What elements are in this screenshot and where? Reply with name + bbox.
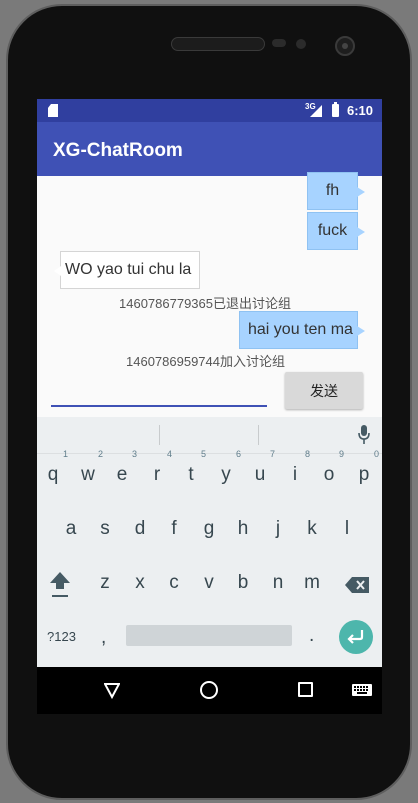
comma-key[interactable]: , xyxy=(101,627,106,649)
key-hint: 7 xyxy=(269,449,275,459)
suggestion-strip[interactable] xyxy=(37,417,382,454)
key-label: y xyxy=(221,464,231,485)
keyboard-icon[interactable] xyxy=(352,684,372,696)
network-type-label: 3G xyxy=(305,102,316,111)
key-hint: 5 xyxy=(200,449,206,459)
key-label: o xyxy=(323,464,335,485)
key-label: r xyxy=(153,464,161,485)
key-b[interactable]: b xyxy=(228,568,258,598)
key-l[interactable]: l xyxy=(332,514,362,544)
key-label: w xyxy=(81,464,95,485)
space-key[interactable] xyxy=(126,625,292,646)
message-input[interactable] xyxy=(51,383,267,407)
key-o[interactable]: o9 xyxy=(314,449,344,490)
key-label: p xyxy=(358,464,370,485)
key-k[interactable]: k xyxy=(297,514,327,544)
chat-message-sent[interactable]: fuck xyxy=(307,212,365,250)
system-notice: 1460786779365已退出讨论组 xyxy=(119,296,291,311)
key-w[interactable]: w2 xyxy=(73,449,103,490)
app-bar: XG-ChatRoom xyxy=(37,122,382,176)
proximity-sensor xyxy=(272,39,286,47)
send-button[interactable]: 发送 xyxy=(285,372,363,409)
suggestion-divider xyxy=(159,425,160,445)
key-s[interactable]: s xyxy=(90,514,120,544)
back-triangle-icon[interactable] xyxy=(104,683,120,699)
chat-list[interactable]: fh fuck WO yao tui chu la 1460786779365已… xyxy=(37,172,382,369)
key-r[interactable]: r4 xyxy=(142,449,172,490)
home-circle-icon[interactable] xyxy=(200,681,218,699)
status-time: 6:10 xyxy=(347,103,374,118)
light-sensor xyxy=(296,39,306,49)
navigation-bar xyxy=(37,667,382,714)
key-hint: 6 xyxy=(235,449,241,459)
front-camera xyxy=(335,36,355,56)
status-bar: 3G 6:10 xyxy=(37,99,382,122)
key-a[interactable]: a xyxy=(56,514,86,544)
soft-keyboard: q1 w2 e3 r4 t5 y6 u7 i8 o9 p0 a s d f g … xyxy=(37,417,382,667)
key-j[interactable]: j xyxy=(263,514,293,544)
key-d[interactable]: d xyxy=(125,514,155,544)
chat-message-sent[interactable]: hai you ten ma xyxy=(239,311,365,349)
key-g[interactable]: g xyxy=(194,514,224,544)
sd-card-icon xyxy=(48,104,58,117)
key-t[interactable]: t5 xyxy=(176,449,206,490)
key-label: q xyxy=(47,464,59,485)
enter-icon xyxy=(347,630,364,644)
shift-icon[interactable] xyxy=(49,571,71,599)
key-hint: 1 xyxy=(62,449,68,459)
key-i[interactable]: i8 xyxy=(280,449,310,490)
key-hint: 0 xyxy=(373,449,379,459)
key-hint: 3 xyxy=(131,449,137,459)
app-title: XG-ChatRoom xyxy=(53,140,183,161)
symbols-key[interactable]: ?123 xyxy=(47,629,76,644)
key-u[interactable]: u7 xyxy=(245,449,275,490)
key-z[interactable]: z xyxy=(90,568,120,598)
key-q[interactable]: q1 xyxy=(38,449,68,490)
period-key[interactable]: . xyxy=(309,625,314,647)
message-input-row: 发送 xyxy=(37,367,382,417)
key-m[interactable]: m xyxy=(297,568,327,598)
key-h[interactable]: h xyxy=(228,514,258,544)
chat-message-sent[interactable]: fh xyxy=(307,172,365,210)
key-e[interactable]: e3 xyxy=(107,449,137,490)
key-hint: 2 xyxy=(97,449,103,459)
chat-message-received[interactable]: WO yao tui chu la xyxy=(54,251,200,289)
mic-icon[interactable] xyxy=(357,424,371,446)
key-x[interactable]: x xyxy=(125,568,155,598)
suggestion-divider xyxy=(258,425,259,445)
key-label: u xyxy=(254,464,266,485)
key-label: i xyxy=(292,464,298,485)
key-c[interactable]: c xyxy=(159,568,189,598)
key-v[interactable]: v xyxy=(194,568,224,598)
key-f[interactable]: f xyxy=(159,514,189,544)
recent-apps-icon[interactable] xyxy=(298,682,313,697)
battery-icon xyxy=(332,102,339,117)
key-hint: 4 xyxy=(166,449,172,459)
key-hint: 9 xyxy=(338,449,344,459)
key-label: e xyxy=(116,464,128,485)
key-n[interactable]: n xyxy=(263,568,293,598)
key-hint: 8 xyxy=(304,449,310,459)
speaker-grille xyxy=(171,37,265,51)
key-y[interactable]: y6 xyxy=(211,449,241,490)
key-label: t xyxy=(188,464,194,485)
enter-key[interactable] xyxy=(339,620,373,654)
screen: 3G 6:10 XG-ChatRoom fh fuck WO yao tui c… xyxy=(37,99,382,714)
key-p[interactable]: p0 xyxy=(349,449,379,490)
backspace-icon[interactable] xyxy=(345,577,369,593)
